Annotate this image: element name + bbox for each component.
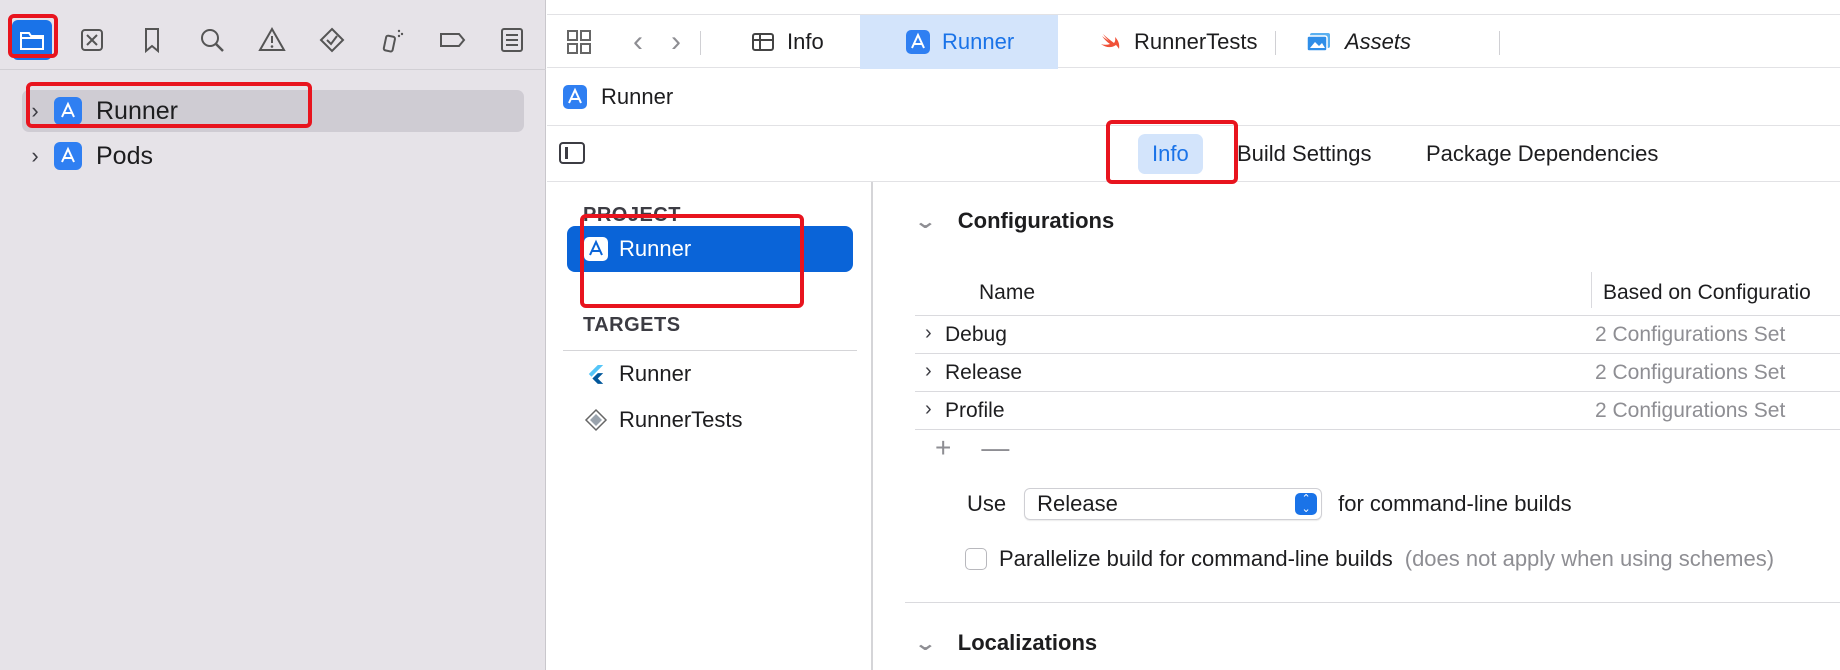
info-editor: ⌄ Configurations Name Based on Configura…: [875, 182, 1840, 670]
tab-assets[interactable]: Assets: [1291, 15, 1501, 69]
test-target-icon: [583, 407, 609, 433]
highlight-box: [1106, 120, 1238, 184]
target-item-runnertests[interactable]: RunnerTests: [567, 397, 853, 443]
chevron-right-icon[interactable]: ›: [22, 143, 48, 169]
highlight-box: [580, 214, 804, 308]
asset-catalog-icon: [1305, 30, 1333, 54]
source-control-icon[interactable]: [72, 20, 112, 60]
table-row[interactable]: › Release 2 Configurations Set: [915, 354, 1840, 392]
use-suffix-label: for command-line builds: [1338, 491, 1572, 516]
tab-package-dependencies[interactable]: Package Dependencies: [1412, 134, 1672, 174]
divider: [905, 602, 1840, 603]
xcode-project-icon: [54, 142, 82, 170]
targets-header: TARGETS: [583, 314, 681, 336]
command-line-config-popup[interactable]: Release ⌃ ⌄: [1024, 488, 1323, 520]
swift-icon: [1098, 30, 1122, 54]
configurations-table: Name Based on Configuratio › Debug 2 Con…: [915, 272, 1840, 430]
grid-icon[interactable]: [561, 15, 597, 69]
jump-bar-label: Runner: [601, 83, 674, 109]
column-header-based-on[interactable]: Based on Configuratio: [1603, 281, 1811, 305]
configuration-add-remove: + —: [935, 432, 1009, 464]
report-icon[interactable]: [492, 20, 532, 60]
table-row[interactable]: › Profile 2 Configurations Set: [915, 392, 1840, 430]
navigator-item-label: Pods: [96, 141, 153, 170]
popup-value: Release: [1037, 491, 1118, 516]
debug-spray-icon[interactable]: [372, 20, 412, 60]
target-item-runner[interactable]: Runner: [567, 351, 853, 397]
sidebar-toggle-icon[interactable]: [559, 142, 585, 164]
parallelize-note: (does not apply when using schemes): [1404, 546, 1775, 571]
tab-runner[interactable]: Runner: [860, 15, 1058, 69]
chevron-down-icon[interactable]: ⌄: [914, 209, 937, 234]
parallelize-row: Parallelize build for command-line build…: [965, 546, 1774, 572]
use-label: Use: [967, 491, 1007, 516]
xcode-project-icon: [906, 30, 930, 54]
test-diamond-icon[interactable]: [312, 20, 352, 60]
back-chevron-icon[interactable]: ‹: [623, 15, 653, 69]
forward-chevron-icon[interactable]: ›: [661, 15, 691, 69]
localizations-section[interactable]: ⌄ Localizations: [914, 630, 1097, 656]
table-icon: [751, 30, 775, 54]
chevron-down-icon[interactable]: ⌄: [914, 631, 937, 656]
breakpoint-icon[interactable]: [432, 20, 472, 60]
tab-build-settings[interactable]: Build Settings: [1223, 134, 1386, 174]
tab-runnertests[interactable]: RunnerTests: [1058, 15, 1258, 69]
add-configuration-button[interactable]: +: [935, 432, 951, 464]
table-row[interactable]: › Debug 2 Configurations Set: [915, 316, 1840, 354]
search-icon[interactable]: [192, 20, 232, 60]
warning-icon[interactable]: [252, 20, 292, 60]
chevron-right-icon[interactable]: ›: [925, 398, 932, 421]
remove-configuration-button[interactable]: —: [981, 432, 1009, 464]
tab-bar: ‹ › Info Runner RunnerTests Assets: [547, 14, 1840, 69]
bookmark-icon[interactable]: [132, 20, 172, 60]
xcode-project-icon: [563, 84, 587, 109]
highlight-box: [8, 14, 58, 58]
table-header: Name Based on Configuratio: [915, 272, 1840, 316]
parallelize-label: Parallelize build for command-line build…: [999, 546, 1393, 571]
chevron-right-icon[interactable]: ›: [925, 322, 932, 345]
editor-area: ‹ › Info Runner RunnerTests Assets Runne…: [547, 0, 1840, 670]
parallelize-checkbox[interactable]: [965, 548, 987, 570]
navigator-item-pods[interactable]: › Pods: [22, 135, 524, 177]
navigator-toolbar: [0, 0, 546, 70]
highlight-box: [26, 82, 312, 128]
command-line-config-row: Use Release ⌃ ⌄ for command-line builds: [967, 488, 1572, 520]
chevron-right-icon[interactable]: ›: [925, 360, 932, 383]
flutter-icon: [583, 361, 609, 387]
configurations-section[interactable]: ⌄ Configurations: [914, 208, 1115, 234]
jump-bar[interactable]: Runner: [547, 68, 1840, 126]
updown-arrows-icon: ⌃ ⌄: [1295, 493, 1318, 515]
column-header-name[interactable]: Name: [979, 281, 1035, 305]
